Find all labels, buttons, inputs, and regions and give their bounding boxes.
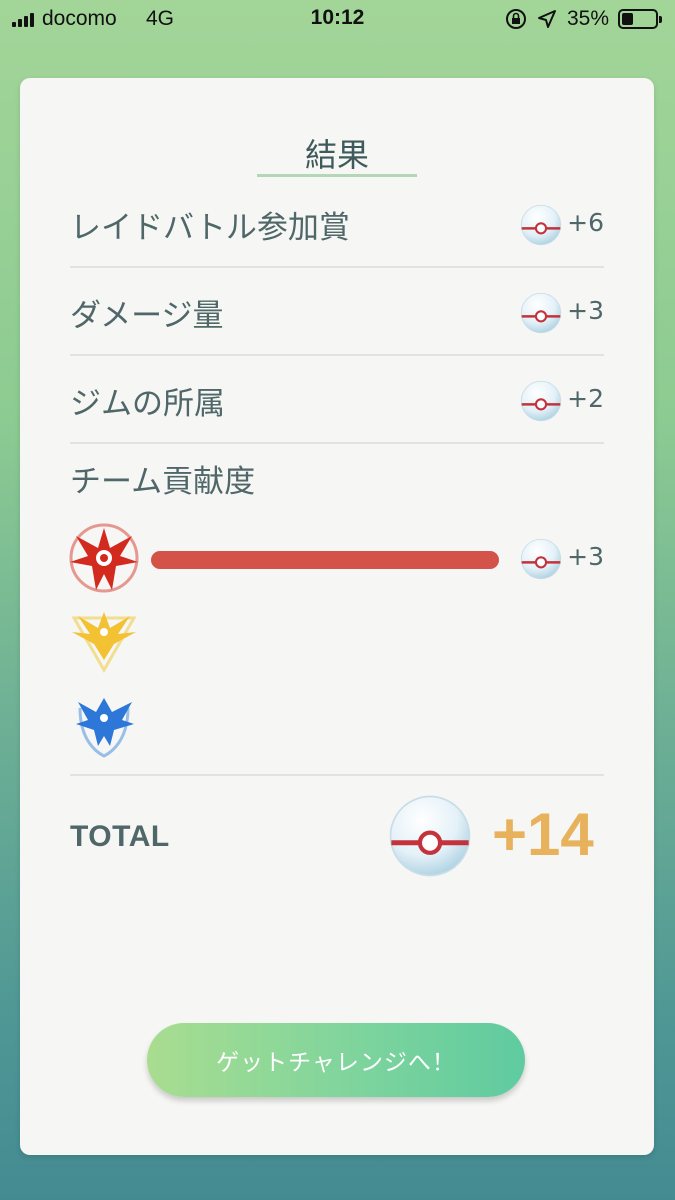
- reward-row-raid-participation: レイドバトル参加賞 +6: [70, 180, 604, 268]
- reward-value: +6: [567, 208, 604, 237]
- team-instinct-icon: [71, 612, 137, 674]
- premier-ball-icon: [520, 204, 562, 246]
- valor-contribution-value: +3: [567, 542, 604, 571]
- premier-ball-icon: [520, 292, 562, 334]
- rotation-lock-icon: [506, 9, 526, 29]
- reward-row-gym-team: ジムの所属 +2: [70, 356, 604, 444]
- results-card: 結果 レイドバトル参加賞 +6 ダメージ量 +3 ジムの所属 +2 チーム貢献度…: [20, 78, 654, 1155]
- total-label: TOTAL: [70, 820, 170, 853]
- valor-contribution-bar: [151, 551, 499, 569]
- go-to-catch-challenge-button[interactable]: ゲットチャレンジへ！: [147, 1023, 525, 1097]
- title-underline: [257, 174, 417, 177]
- reward-label: ダメージ量: [70, 298, 224, 334]
- status-bar: docomo 4G 10:12 35%: [0, 0, 675, 40]
- section-divider: [70, 774, 604, 776]
- reward-label: レイドバトル参加賞: [70, 210, 350, 246]
- team-row-instinct: [66, 606, 604, 690]
- team-valor-icon: [69, 523, 139, 593]
- reward-row-damage: ダメージ量 +3: [70, 268, 604, 356]
- page-title: 結果: [304, 136, 369, 174]
- reward-label: ジムの所属: [70, 386, 225, 422]
- reward-value: +3: [567, 296, 604, 325]
- team-row-valor: +3: [66, 518, 604, 602]
- premier-ball-icon: [520, 538, 562, 580]
- team-row-mystic: [66, 690, 604, 774]
- battery-icon: [618, 9, 662, 29]
- team-contribution-header: チーム貢献度: [70, 434, 604, 522]
- total-value: +14: [492, 801, 594, 868]
- premier-ball-icon: [388, 794, 472, 878]
- team-mystic-icon: [76, 698, 134, 758]
- team-contribution-label: チーム貢献度: [70, 464, 256, 500]
- battery-percent: 35%: [567, 7, 610, 30]
- premier-ball-icon: [520, 380, 562, 422]
- reward-value: +2: [567, 384, 604, 413]
- location-arrow-icon: [538, 10, 556, 28]
